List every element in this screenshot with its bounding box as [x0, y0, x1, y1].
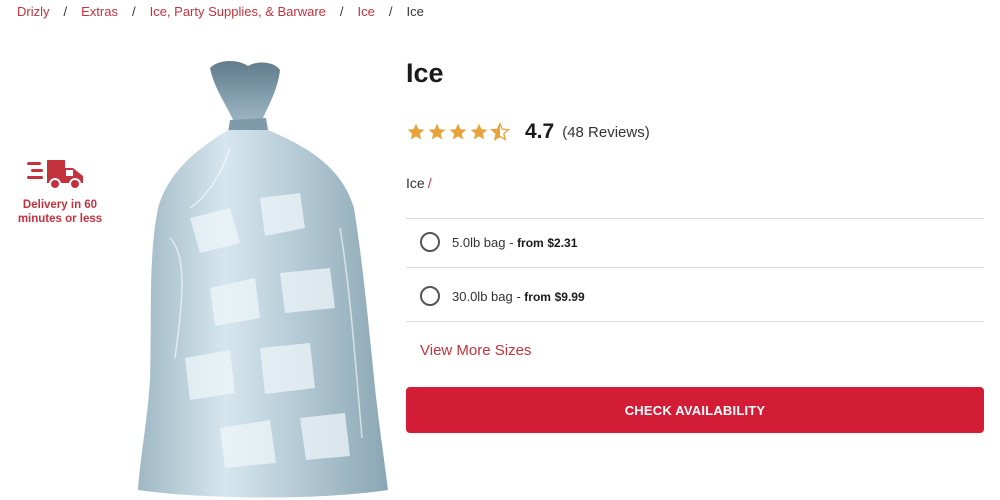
- breadcrumb-separator: /: [388, 4, 393, 19]
- breadcrumb-separator: /: [339, 4, 344, 19]
- star-icon: [449, 123, 467, 140]
- star-icon: [407, 123, 425, 140]
- divider: [406, 267, 984, 268]
- breadcrumb-separator: /: [63, 4, 68, 19]
- star-icon: [428, 123, 446, 140]
- delivery-line-2: minutes or less: [17, 213, 103, 225]
- size-label: 5.0lb bag - from $2.31: [452, 235, 577, 250]
- star-rating: [406, 122, 511, 142]
- delivery-badge: Delivery in 60 minutes or less: [15, 156, 105, 226]
- size-name: 30.0lb bag: [452, 288, 513, 304]
- product-image: [138, 61, 388, 498]
- size-name: 5.0lb bag: [452, 234, 506, 250]
- size-radio[interactable]: [420, 286, 440, 306]
- delivery-line-1: Delivery in 60: [22, 199, 98, 211]
- size-price: $2.31: [547, 235, 578, 250]
- reviews-link[interactable]: (48 Reviews): [562, 124, 650, 141]
- size-dash: -: [505, 234, 518, 250]
- size-dash: -: [512, 288, 525, 304]
- size-price: $9.99: [554, 289, 585, 304]
- category-label[interactable]: Ice: [406, 175, 425, 191]
- breadcrumb-extras[interactable]: Extras: [81, 4, 118, 19]
- star-icon: [470, 123, 488, 140]
- size-label: 30.0lb bag - from $9.99: [452, 289, 585, 304]
- category-separator: /: [427, 175, 432, 191]
- view-more-sizes-link[interactable]: View More Sizes: [420, 342, 531, 359]
- size-price-prefix: from: [517, 235, 544, 250]
- size-radio[interactable]: [420, 232, 440, 252]
- divider: [406, 321, 984, 322]
- rating-row: 4.7 (48 Reviews): [406, 120, 650, 144]
- size-option-30lb[interactable]: 30.0lb bag - from $9.99: [406, 270, 984, 322]
- breadcrumb-separator: /: [131, 4, 136, 19]
- breadcrumb-current: Ice: [406, 4, 424, 19]
- size-option-5lb[interactable]: 5.0lb bag - from $2.31: [406, 216, 984, 268]
- breadcrumb-ice-category[interactable]: Ice: [358, 4, 375, 19]
- size-price-prefix: from: [524, 289, 551, 304]
- breadcrumb: Drizly / Extras / Ice, Party Supplies, &…: [17, 4, 424, 19]
- breadcrumb-party-supplies[interactable]: Ice, Party Supplies, & Barware: [150, 4, 326, 19]
- rating-value: 4.7: [525, 120, 555, 143]
- half-star-icon: [490, 122, 510, 141]
- truck-icon: [27, 160, 83, 190]
- product-category: Ice /: [406, 175, 432, 191]
- check-availability-button[interactable]: CHECK AVAILABILITY: [406, 387, 984, 433]
- product-title: Ice: [406, 58, 444, 88]
- breadcrumb-drizly[interactable]: Drizly: [17, 4, 50, 19]
